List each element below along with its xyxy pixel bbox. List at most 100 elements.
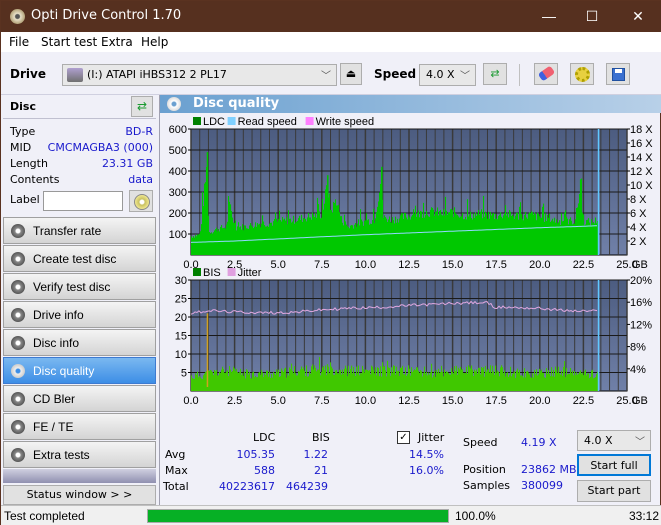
disc-refresh-button[interactable]: ⇄: [131, 96, 153, 117]
ldc-bar: [559, 220, 561, 255]
bis-bar: [396, 366, 398, 391]
ldc-bar: [528, 213, 530, 255]
bis-bar: [210, 369, 212, 391]
bis-bar: [548, 370, 550, 391]
bis-bar: [399, 375, 401, 391]
maximize-button[interactable]: ☐: [569, 1, 615, 32]
test-nav: Transfer rate Create test disc Verify te…: [3, 217, 156, 483]
transfer-rate-icon: [11, 224, 25, 238]
ldc-bar: [371, 223, 373, 255]
ldc-bar: [566, 216, 568, 255]
disc-label-input[interactable]: [43, 191, 123, 211]
settings-button[interactable]: [570, 63, 594, 85]
panel-header: Disc quality: [160, 95, 661, 113]
bis-bar: [499, 376, 501, 391]
bis-bar: [543, 372, 545, 391]
nav-transfer-rate[interactable]: Transfer rate: [3, 217, 156, 244]
bis-bar: [386, 376, 388, 391]
bis-bar: [440, 372, 442, 391]
ldc-bar: [194, 237, 196, 255]
nav-disc-info[interactable]: Disc info: [3, 329, 156, 356]
nav-drive-info[interactable]: Drive info: [3, 301, 156, 328]
ldc-bar: [486, 213, 488, 255]
ldc-bar: [561, 213, 563, 255]
bis-bar: [518, 372, 520, 391]
ldc-bar: [400, 215, 402, 255]
ldc-bar: [276, 218, 278, 255]
speed-select[interactable]: 4.0 X ﹀: [419, 64, 476, 86]
chevron-down-icon: ﹀: [321, 71, 331, 82]
ldc-bar-spike: [381, 166, 383, 255]
bis-bar: [253, 371, 255, 391]
bis-bar: [236, 368, 238, 391]
bis-bar: [524, 368, 526, 391]
ldc-bar: [531, 211, 533, 255]
bis-bar: [473, 375, 475, 391]
bis-bar: [220, 372, 222, 391]
floppy-save-icon: [612, 68, 625, 81]
test-speed-select[interactable]: 4.0 X ﹀: [577, 430, 651, 451]
menu-extra[interactable]: Extra: [101, 35, 133, 49]
nav-cd-bler[interactable]: CD Bler: [3, 385, 156, 412]
nav-extra-tests[interactable]: Extra tests: [3, 441, 156, 468]
ldc-bar: [595, 217, 597, 255]
bis-bar: [511, 376, 513, 391]
start-part-button[interactable]: Start part: [577, 480, 651, 502]
bis-bar: [489, 372, 491, 391]
close-button[interactable]: ✕: [615, 1, 661, 32]
ldc-bar: [399, 218, 401, 255]
ldc-bar: [248, 228, 250, 255]
nav-fe-te[interactable]: FE / TE: [3, 413, 156, 440]
ldc-bar: [232, 217, 234, 255]
bis-bar: [252, 372, 254, 391]
disc-value: CMCMAGBA3 (000): [47, 141, 153, 154]
bis-bar: [231, 372, 233, 391]
disc-key: Length: [10, 157, 48, 170]
bis-bar: [564, 361, 566, 391]
erase-button[interactable]: [534, 63, 558, 85]
ldc-bar: [301, 214, 303, 255]
status-window-button[interactable]: Status window > >: [3, 485, 156, 505]
nav-verify-test-disc[interactable]: Verify test disc: [3, 273, 156, 300]
menu-file[interactable]: File: [9, 35, 29, 49]
start-full-button[interactable]: Start full: [577, 454, 651, 476]
ldc-bar: [280, 220, 282, 255]
eject-button[interactable]: ⏏: [340, 63, 362, 85]
save-button[interactable]: [606, 63, 630, 85]
bis-bar: [402, 365, 404, 391]
panel-title: Disc quality: [193, 96, 280, 111]
bis-bar: [413, 370, 415, 391]
nav-disc-quality[interactable]: Disc quality: [3, 357, 156, 384]
refresh-button[interactable]: ⇄: [483, 63, 507, 85]
jitter-checkbox[interactable]: ✓: [397, 431, 410, 444]
disc-label-button[interactable]: [129, 190, 153, 212]
legend-swatch-bis: [193, 268, 201, 276]
bis-bar: [488, 368, 490, 391]
bis-bar: [418, 371, 420, 391]
bis-bar: [393, 365, 395, 391]
ldc-bar: [453, 216, 455, 255]
minimize-button[interactable]: —: [526, 1, 572, 32]
bis-bar: [304, 370, 306, 391]
bis-bar: [557, 372, 559, 391]
menu-start-test[interactable]: Start test: [41, 35, 97, 49]
x-tick-label: 20.0: [529, 395, 550, 407]
bis-bar: [532, 373, 534, 391]
bis-bar: [541, 369, 543, 391]
nav-label: Transfer rate: [33, 224, 102, 238]
bis-bar: [365, 369, 367, 391]
menu-help[interactable]: Help: [141, 35, 168, 49]
y2-tick-label: 12%: [630, 319, 652, 331]
bis-bar: [513, 372, 515, 391]
ldc-bar: [375, 218, 377, 255]
ldc-bar: [209, 232, 211, 255]
bis-bar: [380, 366, 382, 391]
drive-select[interactable]: (I:) ATAPI iHBS312 2 PL17 ﹀: [62, 64, 337, 86]
nav-create-test-disc[interactable]: Create test disc: [3, 245, 156, 272]
create-disc-icon: [11, 252, 25, 266]
ldc-bar: [510, 211, 512, 255]
bis-bar: [321, 371, 323, 391]
bis-bar: [410, 375, 412, 391]
bis-bar: [449, 374, 451, 391]
ldc-bar: [332, 212, 334, 255]
